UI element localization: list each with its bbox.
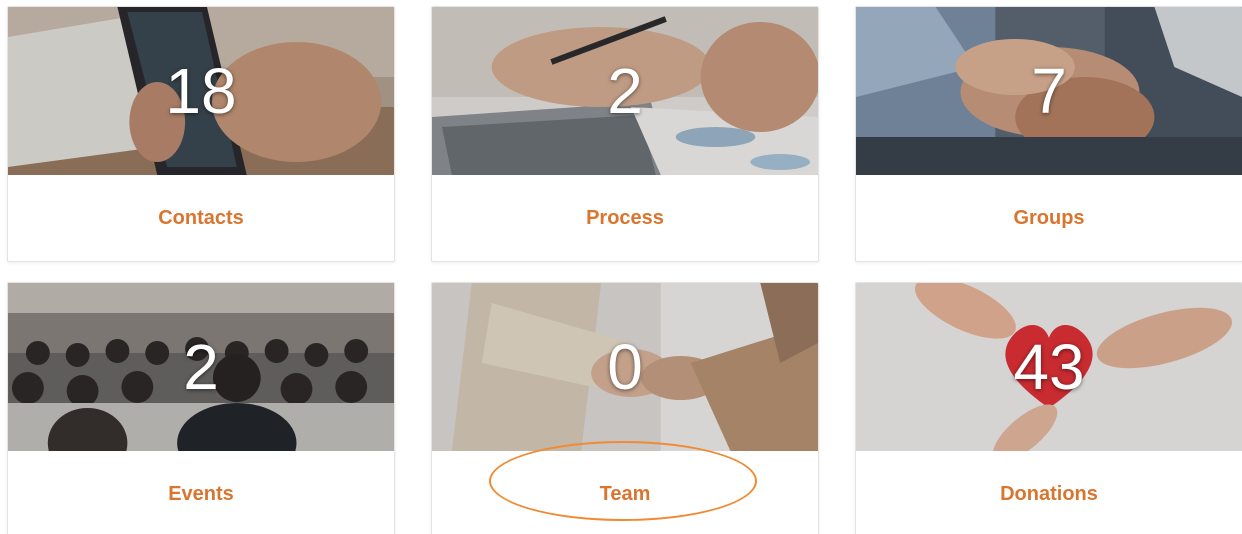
process-label: Process xyxy=(586,206,664,229)
dashboard-card-grid: 18 Contacts 2 Process 7 Groups 2 Events … xyxy=(0,0,1242,534)
process-count: 2 xyxy=(607,55,643,127)
card-events[interactable]: 2 Events xyxy=(7,282,395,534)
process-image: 2 xyxy=(432,7,818,175)
card-team[interactable]: 0 Team xyxy=(431,282,819,534)
donations-count: 43 xyxy=(1013,331,1085,403)
card-process[interactable]: 2 Process xyxy=(431,6,819,262)
groups-count: 7 xyxy=(1031,55,1067,127)
contacts-image: 18 xyxy=(8,7,394,175)
team-label: Team xyxy=(599,482,651,505)
team-count: 0 xyxy=(607,331,643,403)
card-contacts[interactable]: 18 Contacts xyxy=(7,6,395,262)
contacts-label: Contacts xyxy=(158,206,244,229)
groups-label: Groups xyxy=(1013,206,1085,229)
events-count: 2 xyxy=(183,331,219,403)
events-label: Events xyxy=(168,482,234,505)
card-donations[interactable]: 43 Donations xyxy=(855,282,1242,534)
team-image: 0 xyxy=(432,283,818,451)
groups-image: 7 xyxy=(856,7,1242,175)
contacts-count: 18 xyxy=(165,55,237,127)
events-image: 2 xyxy=(8,283,394,451)
card-groups[interactable]: 7 Groups xyxy=(855,6,1242,262)
donations-image: 43 xyxy=(856,283,1242,451)
donations-label: Donations xyxy=(1000,482,1098,505)
